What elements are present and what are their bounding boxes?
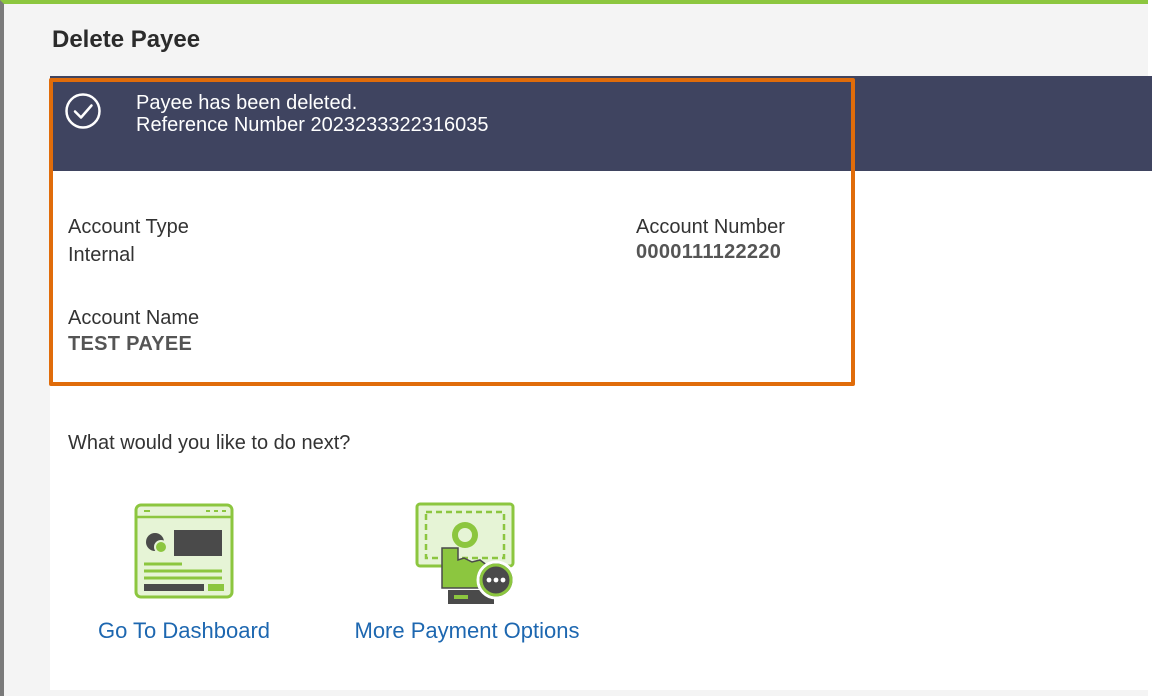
next-steps-prompt: What would you like to do next? (68, 432, 351, 454)
page-title: Delete Payee (52, 26, 201, 53)
go-to-dashboard-link[interactable]: Go To Dashboard (72, 618, 296, 644)
go-to-dashboard-action[interactable]: Go To Dashboard (72, 500, 296, 644)
account-name-value: TEST PAYEE (68, 333, 193, 355)
account-name-label: Account Name (68, 307, 200, 329)
account-number-label: Account Number (636, 216, 785, 238)
account-type-value: Internal (68, 244, 135, 266)
account-type-label: Account Type (68, 216, 189, 238)
reference-number: Reference Number 2023233322316035 (136, 114, 489, 136)
success-banner: Payee has been deleted. Reference Number… (50, 76, 1152, 171)
more-payment-options-action[interactable]: More Payment Options (322, 500, 612, 644)
account-number-value: 0000111122220 (636, 241, 782, 263)
check-circle-icon (65, 93, 101, 129)
banner-message: Payee has been deleted. (136, 92, 358, 114)
dashboard-icon (134, 503, 234, 599)
more-payment-options-link[interactable]: More Payment Options (322, 618, 612, 644)
banner-message-block: Payee has been deleted. Reference Number… (136, 92, 489, 136)
payment-options-icon (415, 502, 516, 604)
